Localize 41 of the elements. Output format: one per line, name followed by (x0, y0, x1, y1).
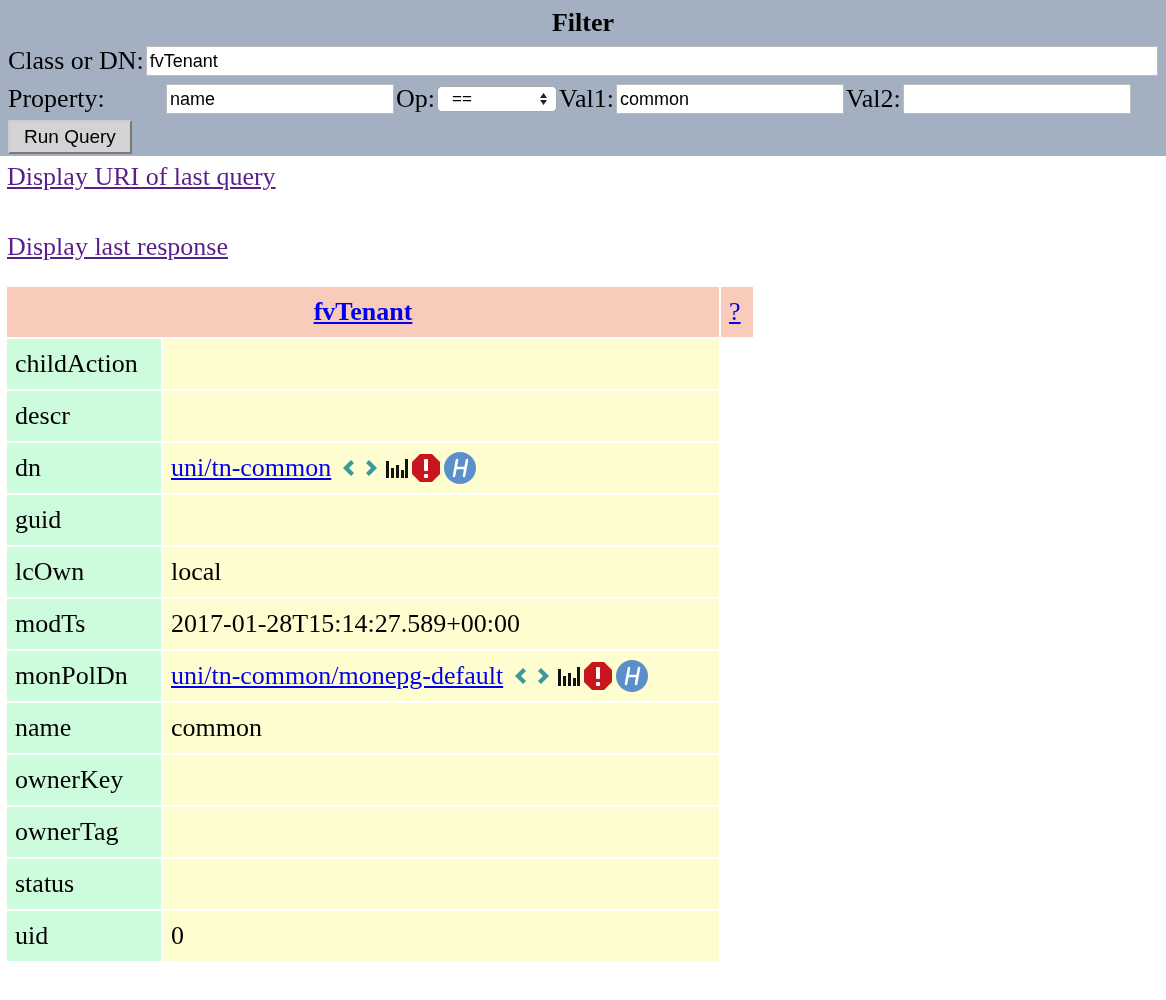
property-name: ownerKey (7, 755, 161, 805)
val1-input[interactable]: common (615, 84, 844, 114)
class-input[interactable]: fvTenant (145, 46, 1158, 76)
property-name: lcOwn (7, 547, 161, 597)
property-name: guid (7, 495, 161, 545)
bar-chart-icon[interactable] (557, 665, 582, 687)
property-name: monPolDn (7, 651, 161, 701)
dn-link[interactable]: uni/tn-common (171, 453, 332, 483)
op-label: Op: (396, 84, 435, 114)
property-name: childAction (7, 339, 161, 389)
class-label: Class or DN: (8, 46, 144, 76)
property-value: 2017-01-28T15:14:27.589+00:00 (171, 609, 521, 638)
property-value: local (171, 557, 222, 586)
property-label: Property: (8, 84, 106, 114)
property-name: uid (7, 911, 161, 961)
property-name: status (7, 859, 161, 909)
h-circle-icon[interactable] (615, 659, 650, 693)
link[interactable]: Display URI of last query (7, 162, 276, 191)
h-circle-icon[interactable] (443, 451, 478, 485)
property-input[interactable]: name (166, 84, 394, 114)
property-name: modTs (7, 599, 161, 649)
val2-input[interactable] (902, 84, 1131, 114)
warning-octagon-icon[interactable] (411, 453, 442, 483)
val1-label: Val1: (559, 84, 614, 114)
bar-chart-icon[interactable] (385, 457, 410, 479)
warning-octagon-icon[interactable] (583, 661, 614, 691)
operator-select[interactable]: == (437, 86, 557, 112)
help-link[interactable]: ? (729, 297, 741, 326)
property-name: dn (7, 443, 161, 493)
property-name: descr (7, 391, 161, 441)
property-value: common (171, 713, 262, 742)
val2-label: Val2: (845, 84, 901, 114)
link[interactable]: Display last response (7, 232, 228, 261)
property-value: 0 (171, 921, 184, 950)
filter-title: Filter (550, 7, 616, 39)
dn-link[interactable]: uni/tn-common/monepg-default (171, 661, 504, 691)
property-name: name (7, 703, 161, 753)
run-query-button[interactable]: Run Query (8, 120, 132, 154)
property-name: ownerTag (7, 807, 161, 857)
stepper-arrows-icon (539, 92, 548, 106)
class-link[interactable]: fvTenant (313, 297, 413, 326)
